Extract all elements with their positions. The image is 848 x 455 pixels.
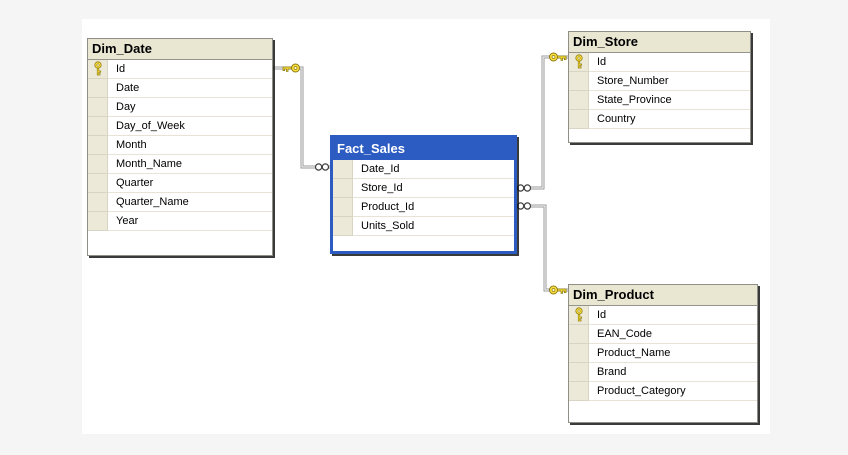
table-row[interactable]: Product_Name [569, 344, 757, 363]
row-selector[interactable] [569, 91, 589, 110]
column-name: Day [116, 101, 136, 113]
table-empty-area [88, 231, 272, 255]
row-selector[interactable] [569, 325, 589, 344]
table-row[interactable]: Product_Id [333, 198, 514, 217]
table-row[interactable]: Date [88, 79, 272, 98]
row-selector[interactable] [88, 193, 108, 212]
column-name: Store_Number [597, 75, 669, 87]
table-empty-area [569, 401, 757, 422]
table-row[interactable]: EAN_Code [569, 325, 757, 344]
table-row[interactable]: Brand [569, 363, 757, 382]
row-selector[interactable] [569, 363, 589, 382]
row-selector[interactable] [569, 72, 589, 91]
column-name: Units_Sold [361, 220, 415, 232]
table-row[interactable]: Id [569, 306, 757, 325]
table-dim-date[interactable]: Dim_Date Id Date Day Day_of_Week Month M… [87, 38, 273, 256]
row-selector[interactable] [569, 306, 589, 325]
row-selector[interactable] [333, 198, 353, 217]
table-row[interactable]: Store_Number [569, 72, 750, 91]
table-row[interactable]: Store_Id [333, 179, 514, 198]
column-name: Year [116, 215, 139, 227]
table-row[interactable]: Month [88, 136, 272, 155]
table-title-dim-date[interactable]: Dim_Date [88, 39, 272, 60]
column-name: State_Province [597, 94, 672, 106]
primary-key-icon [574, 54, 584, 70]
table-row[interactable]: Id [88, 60, 272, 79]
row-selector[interactable] [88, 79, 108, 98]
database-diagram-window: Dim_Date Id Date Day Day_of_Week Month M… [0, 0, 848, 455]
column-name: EAN_Code [597, 328, 653, 340]
primary-key-icon [93, 61, 103, 77]
row-selector[interactable] [569, 110, 589, 129]
row-selector[interactable] [333, 160, 353, 179]
column-name: Date [116, 82, 140, 94]
row-selector[interactable] [88, 212, 108, 231]
table-row[interactable]: Month_Name [88, 155, 272, 174]
table-empty-area [333, 236, 514, 251]
table-row[interactable]: Day [88, 98, 272, 117]
row-selector[interactable] [88, 60, 108, 79]
table-row[interactable]: State_Province [569, 91, 750, 110]
column-name: Product_Name [597, 347, 671, 359]
table-row[interactable]: Id [569, 53, 750, 72]
column-name: Id [597, 309, 607, 321]
table-dim-store[interactable]: Dim_Store Id Store_Number State_Province… [568, 31, 751, 143]
column-name: Brand [597, 366, 627, 378]
column-name: Date_Id [361, 163, 400, 175]
column-name: Id [116, 63, 126, 75]
table-fact-sales[interactable]: Fact_Sales Date_Id Store_Id Product_Id U… [330, 135, 517, 254]
column-name: Store_Id [361, 182, 403, 194]
table-row[interactable]: Date_Id [333, 160, 514, 179]
column-name: Country [597, 113, 636, 125]
table-title-dim-product[interactable]: Dim_Product [569, 285, 757, 306]
column-name: Month [116, 139, 147, 151]
row-selector[interactable] [569, 344, 589, 363]
column-name: Month_Name [116, 158, 183, 170]
column-name: Day_of_Week [116, 120, 185, 132]
column-name: Quarter [116, 177, 154, 189]
column-name: Product_Id [361, 201, 415, 213]
row-selector[interactable] [333, 179, 353, 198]
table-empty-area [569, 129, 750, 142]
table-row[interactable]: Quarter [88, 174, 272, 193]
table-row[interactable]: Quarter_Name [88, 193, 272, 212]
table-dim-product[interactable]: Dim_Product Id EAN_Code Product_Name Bra… [568, 284, 758, 423]
row-selector[interactable] [569, 382, 589, 401]
table-row[interactable]: Country [569, 110, 750, 129]
primary-key-icon [574, 307, 584, 323]
row-selector[interactable] [88, 136, 108, 155]
column-name: Product_Category [597, 385, 686, 397]
table-row[interactable]: Product_Category [569, 382, 757, 401]
row-selector[interactable] [88, 98, 108, 117]
row-selector[interactable] [569, 53, 589, 72]
table-row[interactable]: Year [88, 212, 272, 231]
table-title-fact-sales[interactable]: Fact_Sales [333, 138, 514, 160]
column-name: Id [597, 56, 607, 68]
table-row[interactable]: Day_of_Week [88, 117, 272, 136]
row-selector[interactable] [88, 117, 108, 136]
row-selector[interactable] [88, 155, 108, 174]
table-row[interactable]: Units_Sold [333, 217, 514, 236]
row-selector[interactable] [88, 174, 108, 193]
row-selector[interactable] [333, 217, 353, 236]
column-name: Quarter_Name [116, 196, 189, 208]
table-title-dim-store[interactable]: Dim_Store [569, 32, 750, 53]
